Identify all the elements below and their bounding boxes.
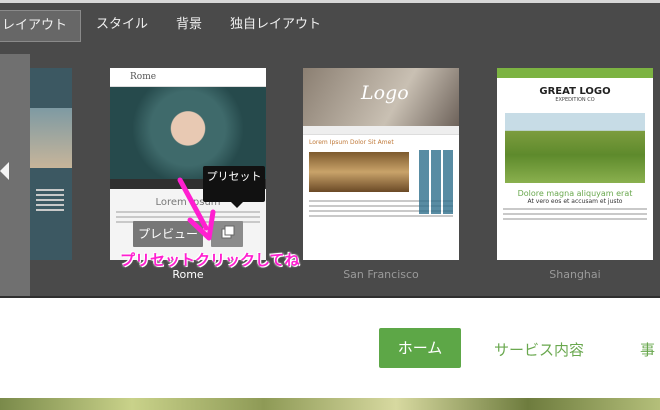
nav-home-button[interactable]: ホーム — [379, 328, 461, 368]
shanghai-logo-sub: EXPEDITION CO — [555, 97, 595, 103]
sf-gallery — [419, 150, 453, 214]
annotation-text: プリセットクリックしてね — [120, 251, 300, 269]
nav-partial-link[interactable]: 事 — [640, 339, 655, 360]
tab-style[interactable]: スタイル — [83, 10, 161, 40]
arrow-left-icon[interactable] — [0, 162, 9, 180]
sf-hero-image: Logo — [303, 68, 459, 126]
tab-custom-layout[interactable]: 独自レイアウト — [217, 10, 334, 40]
shanghai-body-title: Dolore magna aliquyam erat — [517, 189, 633, 198]
sf-body-title: Lorem Ipsum Dolor Sit Amet — [309, 139, 394, 146]
tab-layout[interactable]: レイアウト — [0, 10, 82, 42]
caption-shanghai: Shanghai — [549, 268, 601, 281]
sf-logo: Logo — [361, 82, 409, 104]
nav-services-link[interactable]: サービス内容 — [494, 339, 584, 360]
shanghai-hero-image — [505, 113, 645, 183]
tab-background[interactable]: 背景 — [163, 10, 215, 40]
caption-san-francisco: San Francisco — [343, 268, 419, 281]
shanghai-body-sub: At vero eos et accusam et justo — [527, 198, 623, 205]
shanghai-logo: GREAT LOGO — [539, 86, 611, 97]
template-picker-panel: レイアウト スタイル 背景 独自レイアウト Rome Lorem Ipsum L… — [0, 0, 660, 298]
annotation-arrow-icon — [177, 177, 216, 241]
rome-header: Rome — [110, 68, 266, 87]
top-divider — [0, 0, 660, 3]
tab-bar: レイアウト スタイル 背景 独自レイアウト — [0, 10, 336, 42]
sf-content-image — [309, 152, 409, 192]
template-thumbnail-san-francisco[interactable]: Logo Lorem Ipsum Dolor Sit Amet — [303, 68, 459, 260]
template-thumbnail-shanghai[interactable]: GREAT LOGO EXPEDITION CO Dolore magna al… — [497, 68, 653, 260]
hero-image-strip — [0, 398, 660, 410]
